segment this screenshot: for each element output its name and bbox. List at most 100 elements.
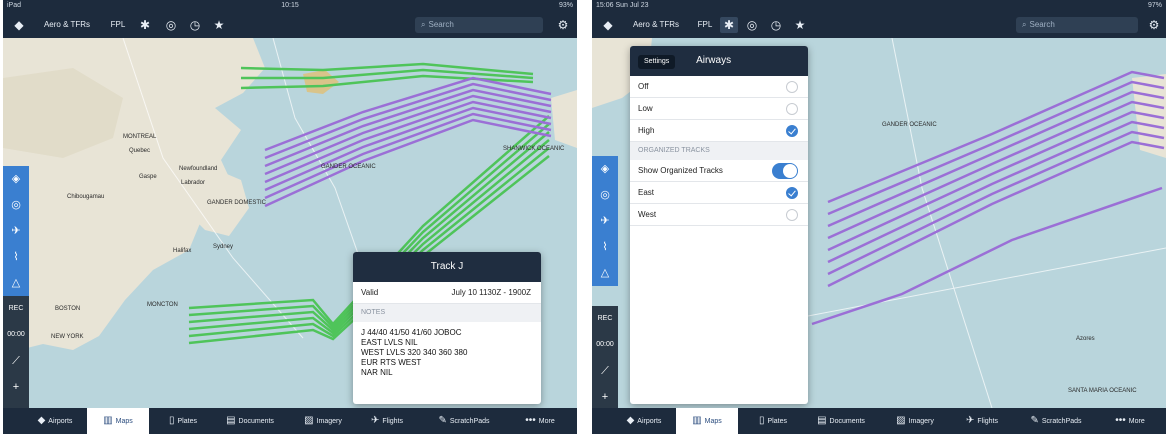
plate-icon: ▯ xyxy=(169,415,175,426)
fpl-button[interactable]: FPL xyxy=(696,17,714,33)
search-input[interactable]: ⌕ Search xyxy=(1016,17,1138,33)
rec-button[interactable]: REC xyxy=(3,296,29,322)
map-label: Sydney xyxy=(213,244,233,250)
terrain-icon[interactable]: △ xyxy=(592,260,618,286)
tracks-option-west[interactable]: West xyxy=(630,204,808,226)
airways-option-high[interactable]: High xyxy=(630,120,808,142)
plate-icon: ▯ xyxy=(759,415,765,426)
option-label: High xyxy=(638,126,655,135)
tab-documents[interactable]: ▤ Documents xyxy=(806,408,876,434)
popover-title: Airways xyxy=(696,55,732,66)
tab-plates[interactable]: ▯ Plates xyxy=(744,408,802,434)
tab-flights[interactable]: ✈ Flights xyxy=(954,408,1010,434)
status-bar: iPad 10:15 93% xyxy=(3,0,577,12)
tab-more[interactable]: ••• More xyxy=(1102,408,1158,434)
note-line: EUR RTS WEST xyxy=(361,358,422,367)
notes-body: J 44/40 41/50 41/60 JOBOC EAST LVLS NIL … xyxy=(353,322,541,384)
star-icon[interactable]: ★ xyxy=(211,17,227,33)
show-tracks-toggle[interactable] xyxy=(772,163,798,179)
tab-maps[interactable]: ▥ Maps xyxy=(676,408,738,434)
right-screenshot: 15:06 Sun Jul 23 97% ◆ Aero & TFRs FPL ✱… xyxy=(592,0,1166,434)
imagery-icon: ▨ xyxy=(896,415,906,426)
aircraft-icon[interactable]: ✈ xyxy=(592,208,618,234)
rec-button[interactable]: REC xyxy=(592,306,618,332)
more-icon: ••• xyxy=(525,415,536,426)
tab-more[interactable]: ••• More xyxy=(513,408,567,434)
map-label: GANDER OCEANIC xyxy=(321,164,376,170)
fpl-button[interactable]: FPL xyxy=(109,17,127,33)
map-label: Labrador xyxy=(181,180,205,186)
route-icon[interactable]: ◈ xyxy=(592,156,618,182)
flight-icon: ✈ xyxy=(370,415,380,426)
tab-imagery[interactable]: ▨ Imagery xyxy=(293,408,353,434)
gear-icon[interactable]: ✱ xyxy=(137,17,153,33)
settings-back-button[interactable]: Settings xyxy=(638,55,676,69)
tab-flights[interactable]: ✈ Flights xyxy=(359,408,415,434)
profile-icon[interactable]: ⌇ xyxy=(3,244,29,270)
search-input[interactable]: ⌕ Search xyxy=(415,17,543,33)
ruler-icon[interactable]: ⟋ xyxy=(592,358,618,384)
popover-header: Settings Airways xyxy=(630,46,808,76)
terrain-icon[interactable]: △ xyxy=(3,270,29,296)
map-label: GANDER OCEANIC xyxy=(882,122,937,128)
globe-icon[interactable]: ◆ xyxy=(600,17,616,33)
pencil-icon: ✎ xyxy=(438,415,447,426)
radio-indicator xyxy=(786,81,798,93)
map-label: MONTREAL xyxy=(123,134,157,140)
tab-scratchpads[interactable]: ✎ ScratchPads xyxy=(1016,408,1096,434)
map-view[interactable]: GANDER OCEANIC SANTA MARIA OCEANIC Azore… xyxy=(592,38,1166,434)
timer-button[interactable]: 00:00 xyxy=(3,322,29,348)
tab-label: Airports xyxy=(48,418,73,425)
airways-option-off[interactable]: Off xyxy=(630,76,808,98)
airways-settings-popover: Settings Airways Off Low High ORGANIZED … xyxy=(630,46,808,404)
layers-icon[interactable]: ◎ xyxy=(592,182,618,208)
airport-icon: ◆ xyxy=(37,415,46,426)
tab-plates[interactable]: ▯ Plates xyxy=(153,408,213,434)
tab-airports[interactable]: ◆ Airports xyxy=(614,408,674,434)
more-icon: ••• xyxy=(1115,415,1126,426)
search-placeholder: Search xyxy=(1029,20,1055,29)
tab-documents[interactable]: ▤ Documents xyxy=(215,408,285,434)
airways-option-low[interactable]: Low xyxy=(630,98,808,120)
star-icon[interactable]: ★ xyxy=(792,17,808,33)
settings-icon[interactable]: ⚙ xyxy=(1146,17,1162,33)
route-icon[interactable]: ◈ xyxy=(3,166,29,192)
zoom-in-button[interactable]: + xyxy=(592,384,618,410)
tab-maps[interactable]: ▥ Maps xyxy=(87,408,149,434)
map-label: MONCTON xyxy=(147,302,178,308)
tab-imagery[interactable]: ▨ Imagery xyxy=(886,408,944,434)
tracks-option-east[interactable]: East xyxy=(630,182,808,204)
tab-label: Plates xyxy=(767,418,787,425)
tab-airports[interactable]: ◆ Airports xyxy=(25,408,85,434)
timer-button[interactable]: 00:00 xyxy=(592,332,618,358)
layers-icon[interactable]: ◎ xyxy=(3,192,29,218)
ruler-icon[interactable]: ⟋ xyxy=(3,348,29,374)
tab-label: More xyxy=(538,418,555,425)
tab-scratchpads[interactable]: ✎ ScratchPads xyxy=(423,408,505,434)
top-toolbar: ◆ Aero & TFRs FPL ✱ ◎ ◷ ★ ⌕ Search ⚙ xyxy=(3,12,577,38)
aircraft-icon[interactable]: ✈ xyxy=(3,218,29,244)
document-icon: ▤ xyxy=(226,415,236,426)
status-bar: 15:06 Sun Jul 23 97% xyxy=(592,0,1166,12)
option-label: West xyxy=(638,210,657,219)
layer-selector-button[interactable]: Aero & TFRs xyxy=(626,17,686,33)
track-popup: Track J Valid July 10 1130Z - 1900Z NOTE… xyxy=(353,252,541,404)
clock-icon[interactable]: ◷ xyxy=(768,17,784,33)
tab-label: Imagery xyxy=(316,418,342,425)
profile-icon[interactable]: ⌇ xyxy=(592,234,618,260)
map-label: Quebec xyxy=(129,148,150,154)
radio-indicator xyxy=(786,103,798,115)
settings-icon[interactable]: ⚙ xyxy=(555,17,571,33)
map-view[interactable]: MONTREAL Quebec Newfoundland Labrador GA… xyxy=(3,38,577,426)
map-tools-dark: REC 00:00 ⟋ + − xyxy=(3,296,29,426)
clock-icon[interactable]: ◷ xyxy=(187,17,203,33)
layer-selector-button[interactable]: Aero & TFRs xyxy=(37,17,97,33)
gear-icon[interactable]: ✱ xyxy=(720,17,738,33)
status-time: 15:06 Sun Jul 23 xyxy=(596,2,649,9)
compass-icon[interactable]: ◎ xyxy=(163,17,179,33)
compass-icon[interactable]: ◎ xyxy=(744,17,760,33)
zoom-in-button[interactable]: + xyxy=(3,374,29,400)
map-label: BOSTON xyxy=(55,306,80,312)
option-label: East xyxy=(638,188,655,197)
globe-icon[interactable]: ◆ xyxy=(11,17,27,33)
